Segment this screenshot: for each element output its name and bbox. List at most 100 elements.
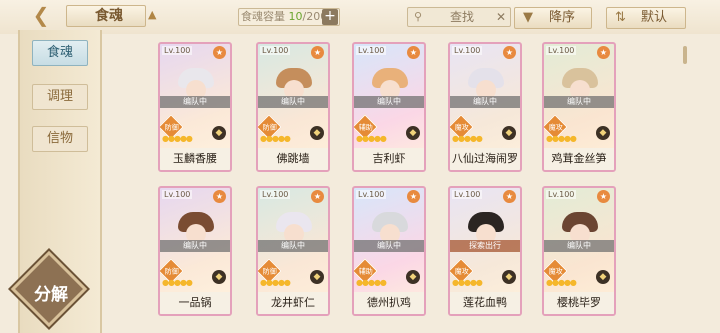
star-rating: ●●●●● bbox=[162, 278, 193, 287]
equipment-icon: ◆ bbox=[596, 126, 610, 140]
role-label: 防御 bbox=[164, 123, 179, 132]
star-rating: ●●●●● bbox=[452, 278, 483, 287]
food-soul-card[interactable]: Lv.100 ★ 编队中魔攻 ●●●●● ◆ 樱桃毕罗 bbox=[542, 186, 616, 316]
equipment-icon: ◆ bbox=[310, 126, 324, 140]
star-rating: ●●●●● bbox=[162, 134, 193, 143]
food-soul-card[interactable]: Lv.100 ★ 编队中辅助 ●●●●● ◆ 吉利虾 bbox=[352, 42, 426, 172]
card-status: 编队中 bbox=[354, 96, 424, 108]
capacity-label: 食魂容量 bbox=[241, 10, 285, 23]
card-name: 德州扒鸡 bbox=[354, 292, 424, 314]
food-soul-card[interactable]: Lv.100 ★ 编队中防御 ●●●●● ◆ 佛跳墙 bbox=[256, 42, 330, 172]
card-status: 探索出行 bbox=[450, 240, 520, 252]
card-name: 玉麟香腰 bbox=[160, 148, 230, 170]
star-rating: ●●●●● bbox=[260, 134, 291, 143]
card-status: 编队中 bbox=[354, 240, 424, 252]
card-level: Lv.100 bbox=[260, 46, 291, 55]
card-name: 八仙过海闹罗汉 bbox=[450, 148, 520, 170]
search-placeholder: 查找 bbox=[450, 10, 475, 24]
rarity-badge-icon: ★ bbox=[407, 46, 420, 59]
card-name: 吉利虾 bbox=[354, 148, 424, 170]
card-level: Lv.100 bbox=[452, 190, 483, 199]
role-label: 防御 bbox=[262, 123, 277, 132]
star-rating: ●●●●● bbox=[260, 278, 291, 287]
rarity-badge-icon: ★ bbox=[213, 46, 226, 59]
role-label: 魔攻 bbox=[454, 123, 469, 132]
card-name: 樱桃毕罗 bbox=[544, 292, 614, 314]
scrollbar[interactable] bbox=[683, 46, 687, 64]
star-rating: ●●●●● bbox=[452, 134, 483, 143]
card-name: 一品锅 bbox=[160, 292, 230, 314]
role-label: 防御 bbox=[164, 267, 179, 276]
card-status: 编队中 bbox=[450, 96, 520, 108]
card-name: 龙井虾仁 bbox=[258, 292, 328, 314]
equipment-icon: ◆ bbox=[406, 270, 420, 284]
page-title-tab: 食魂 bbox=[66, 5, 146, 27]
card-status: 编队中 bbox=[160, 96, 230, 108]
card-name: 佛跳墙 bbox=[258, 148, 328, 170]
equipment-icon: ◆ bbox=[596, 270, 610, 284]
star-rating: ●●●●● bbox=[356, 278, 387, 287]
sort-order-button[interactable]: ▼ 降序 bbox=[514, 7, 592, 29]
card-status: 编队中 bbox=[544, 96, 614, 108]
food-soul-card[interactable]: Lv.100 ★ 编队中防御 ●●●●● ◆ 玉麟香腰 bbox=[158, 42, 232, 172]
role-label: 防御 bbox=[262, 267, 277, 276]
decompose-label: 分解 bbox=[34, 285, 68, 305]
star-rating: ●●●●● bbox=[546, 134, 577, 143]
role-label: 魔攻 bbox=[548, 123, 563, 132]
food-soul-card[interactable]: Lv.100 ★ 编队中 防御 ●●●●● ◆ 一品锅 bbox=[158, 186, 232, 316]
default-sort-label: 默认 bbox=[641, 10, 668, 25]
equipment-icon: ◆ bbox=[502, 270, 516, 284]
card-level: Lv.100 bbox=[546, 190, 577, 199]
rarity-badge-icon: ★ bbox=[311, 46, 324, 59]
sort-order-label: 降序 bbox=[549, 10, 576, 25]
equipment-icon: ◆ bbox=[212, 126, 226, 140]
rarity-badge-icon: ★ bbox=[503, 190, 516, 203]
star-rating: ●●●●● bbox=[356, 134, 387, 143]
card-level: Lv.100 bbox=[356, 46, 387, 55]
card-status: 编队中 bbox=[544, 240, 614, 252]
equipment-icon: ◆ bbox=[310, 270, 324, 284]
role-label: 魔攻 bbox=[454, 267, 469, 276]
capacity-current: 10 bbox=[288, 10, 303, 23]
card-status: 编队中 bbox=[258, 240, 328, 252]
role-label: 辅助 bbox=[358, 267, 373, 276]
title-crown-icon: ▲ bbox=[148, 8, 157, 21]
top-bar: ❮ 食魂 ▲ 食魂容量 10/200 + ⚲ 查找 ✕ ▼ 降序 ⇅ 默认 bbox=[0, 0, 720, 34]
card-name: 莲花血鸭 bbox=[450, 292, 520, 314]
card-status: 编队中 bbox=[258, 96, 328, 108]
rarity-badge-icon: ★ bbox=[407, 190, 420, 203]
card-level: Lv.100 bbox=[546, 46, 577, 55]
card-level: Lv.100 bbox=[260, 190, 291, 199]
card-level: Lv.100 bbox=[452, 46, 483, 55]
clear-search-icon[interactable]: ✕ bbox=[496, 8, 506, 26]
tab-shihun[interactable]: 食魂 bbox=[32, 40, 88, 66]
rarity-badge-icon: ★ bbox=[597, 190, 610, 203]
rarity-badge-icon: ★ bbox=[503, 46, 516, 59]
card-status: 编队中 bbox=[160, 240, 230, 252]
search-icon: ⚲ bbox=[414, 10, 423, 23]
role-label: 辅助 bbox=[358, 123, 373, 132]
equipment-icon: ◆ bbox=[406, 126, 420, 140]
card-level: Lv.100 bbox=[162, 46, 193, 55]
role-label: 魔攻 bbox=[548, 267, 563, 276]
food-soul-card[interactable]: Lv.100 ★ 编队中魔攻 ●●●●● ◆ 八仙过海闹罗汉 bbox=[448, 42, 522, 172]
card-level: Lv.100 bbox=[356, 190, 387, 199]
default-sort-button[interactable]: ⇅ 默认 bbox=[606, 7, 686, 29]
food-soul-card[interactable]: Lv.100 ★ 探索出行魔攻 ●●●●● ◆ 莲花血鸭 bbox=[448, 186, 522, 316]
back-arrow-icon[interactable]: ❮ bbox=[26, 3, 56, 29]
rarity-badge-icon: ★ bbox=[213, 190, 226, 203]
page-title: 食魂 bbox=[95, 8, 123, 24]
star-rating: ●●●●● bbox=[546, 278, 577, 287]
search-input[interactable]: ⚲ 查找 ✕ bbox=[407, 7, 511, 27]
food-soul-card[interactable]: Lv.100 ★ 编队中魔攻 ●●●●● ◆ 鸡茸金丝笋 bbox=[542, 42, 616, 172]
equipment-icon: ◆ bbox=[502, 126, 516, 140]
tab-xinwu[interactable]: 信物 bbox=[32, 126, 88, 152]
capacity-plus-button[interactable]: + bbox=[322, 9, 338, 25]
food-soul-card[interactable]: Lv.100 ★ 编队中防御 ●●●●● ◆ 龙井虾仁 bbox=[256, 186, 330, 316]
food-soul-card[interactable]: Lv.100 ★ 编队中辅助 ●●●●● ◆ 德州扒鸡 bbox=[352, 186, 426, 316]
card-name: 鸡茸金丝笋 bbox=[544, 148, 614, 170]
rarity-badge-icon: ★ bbox=[311, 190, 324, 203]
tab-tiaoli[interactable]: 调理 bbox=[32, 84, 88, 110]
rarity-badge-icon: ★ bbox=[597, 46, 610, 59]
card-level: Lv.100 bbox=[162, 190, 193, 199]
